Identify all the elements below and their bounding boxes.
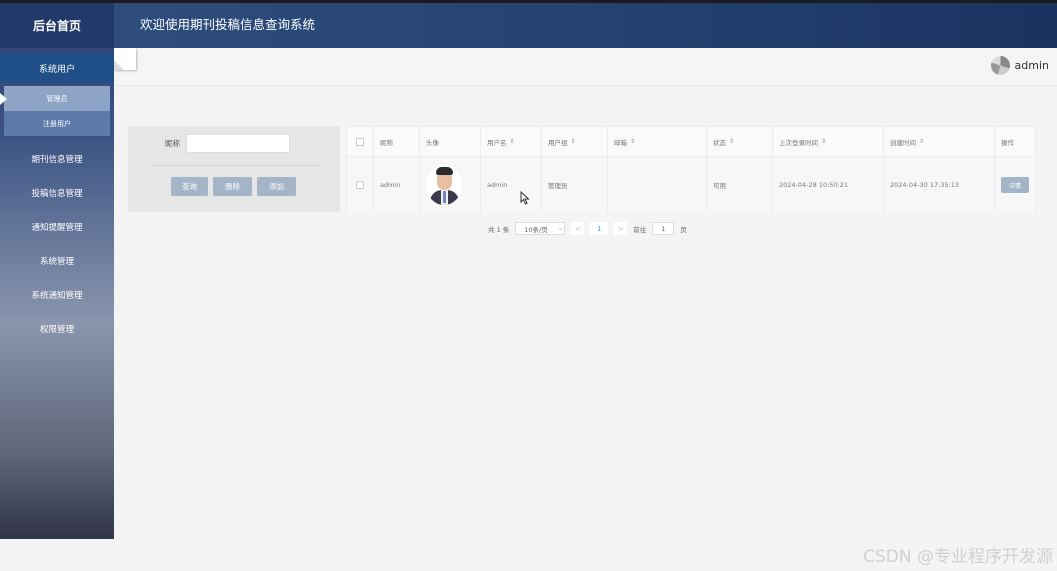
- header-created[interactable]: 创建时间 ⇕: [884, 127, 995, 156]
- page-number-current[interactable]: 1: [590, 222, 609, 235]
- add-button[interactable]: 添加: [257, 177, 296, 196]
- sidebar-home[interactable]: 后台首页: [0, 0, 114, 48]
- header-last-login[interactable]: 上次登录时间 ⇕: [773, 127, 884, 156]
- header-actions: 操作: [1001, 138, 1014, 147]
- toolbar: admin: [114, 48, 1057, 86]
- sidebar-item-submission-info[interactable]: 投稿信息管理: [0, 176, 114, 210]
- sidebar-item-journal-info[interactable]: 期刊信息管理: [0, 142, 114, 176]
- sidebar-footer: [0, 539, 114, 571]
- cell-status: 可用: [707, 157, 773, 213]
- sidebar-item-system-notice[interactable]: 系统通知管理: [0, 278, 114, 312]
- cell-username: admin: [481, 157, 542, 213]
- user-menu[interactable]: admin: [990, 56, 1049, 75]
- sort-icon[interactable]: ⇕: [919, 138, 924, 145]
- sort-icon[interactable]: ⇕: [729, 138, 734, 145]
- select-all-checkbox[interactable]: [356, 137, 364, 146]
- query-button[interactable]: 查询: [171, 177, 208, 196]
- user-photo: [426, 165, 462, 205]
- divider: [150, 165, 320, 166]
- total-count: 共 1 条: [488, 225, 510, 234]
- cell-created: 2024-04-30 17:35:13: [884, 157, 995, 213]
- goto-suffix: 页: [680, 225, 687, 234]
- avatar: [990, 56, 1010, 75]
- sort-icon[interactable]: ⇕: [821, 138, 826, 145]
- next-page-button[interactable]: >: [614, 222, 628, 235]
- table-row[interactable]: admin admin 管理员 可用 2024-04-28 10:50:21 2…: [347, 157, 1035, 213]
- cell-actions: 详情: [995, 157, 1035, 213]
- watermark: CSDN @专业程序开发源: [863, 547, 1053, 567]
- header-username[interactable]: 用户名 ⇕: [481, 127, 542, 156]
- header-email[interactable]: 邮箱 ⇕: [608, 127, 707, 156]
- sidebar-item-registered-users[interactable]: 注册用户: [4, 111, 110, 136]
- goto-page-input[interactable]: 1: [652, 222, 675, 235]
- header: 欢迎使用期刊投稿信息查询系统: [114, 0, 1057, 48]
- nickname-search-input[interactable]: [186, 134, 290, 153]
- sidebar-item-admin[interactable]: 管理员: [0, 86, 110, 111]
- sort-icon[interactable]: ⇕: [630, 138, 635, 145]
- sort-icon[interactable]: ⇕: [510, 138, 515, 145]
- sidebar-item-label: 注册用户: [43, 119, 71, 128]
- page-size-select[interactable]: 10条/页 ⌄: [515, 222, 566, 235]
- chevron-down-icon: ⌄: [557, 225, 563, 232]
- cell-user-group: 管理员: [542, 157, 608, 213]
- row-checkbox[interactable]: [356, 181, 364, 189]
- prev-page-button[interactable]: <: [571, 222, 585, 235]
- cell-avatar: [420, 157, 481, 213]
- header-user-group[interactable]: 用户组 ⇕: [542, 127, 608, 156]
- sort-icon[interactable]: ⇕: [571, 138, 576, 145]
- mouse-cursor-icon: [520, 191, 530, 205]
- page-title: 欢迎使用期刊投稿信息查询系统: [140, 17, 316, 32]
- sidebar-item-notice-reminder[interactable]: 通知提醒管理: [0, 210, 114, 244]
- header-nickname: 昵称: [374, 127, 420, 156]
- sidebar-item-permissions[interactable]: 权限管理: [0, 312, 114, 346]
- goto-label: 前往: [633, 225, 647, 234]
- sidebar: 后台首页 系统用户 管理员 注册用户 期刊信息管理 投稿信息管理 通知提醒管理 …: [0, 0, 114, 539]
- header-avatar: 头像: [420, 127, 481, 156]
- sidebar-group-system-users[interactable]: 系统用户: [0, 53, 114, 83]
- header-status[interactable]: 状态 ⇕: [707, 127, 773, 156]
- cell-nickname: admin: [374, 157, 420, 213]
- search-panel: 昵称 查询 删除 添加: [128, 126, 340, 212]
- sidebar-submenu: 管理员 注册用户: [0, 86, 110, 136]
- sidebar-item-system-management[interactable]: 系统管理: [0, 244, 114, 278]
- detail-button[interactable]: 详情: [1001, 177, 1029, 193]
- delete-button[interactable]: 删除: [213, 177, 252, 196]
- table-header: 昵称 头像 用户名 ⇕ 用户组 ⇕ 邮箱 ⇕ 状态 ⇕ 上次登录时间 ⇕ 创建时间 ⇕ 操作: [347, 127, 1035, 157]
- cell-email: [608, 157, 707, 213]
- nickname-label: 昵称: [165, 139, 180, 148]
- cell-last-login: 2024-04-28 10:50:21: [773, 157, 884, 213]
- sidebar-item-label: 管理员: [46, 94, 68, 103]
- active-arrow-icon: [0, 93, 7, 105]
- collapse-toggle-icon[interactable]: [114, 48, 136, 70]
- pagination: 共 1 条 10条/页 ⌄ < 1 > 前往 1 页: [488, 222, 687, 235]
- user-name: admin: [1014, 59, 1049, 72]
- user-table: 昵称 头像 用户名 ⇕ 用户组 ⇕ 邮箱 ⇕ 状态 ⇕ 上次登录时间 ⇕ 创建时间 ⇕ 操作…: [346, 126, 1036, 213]
